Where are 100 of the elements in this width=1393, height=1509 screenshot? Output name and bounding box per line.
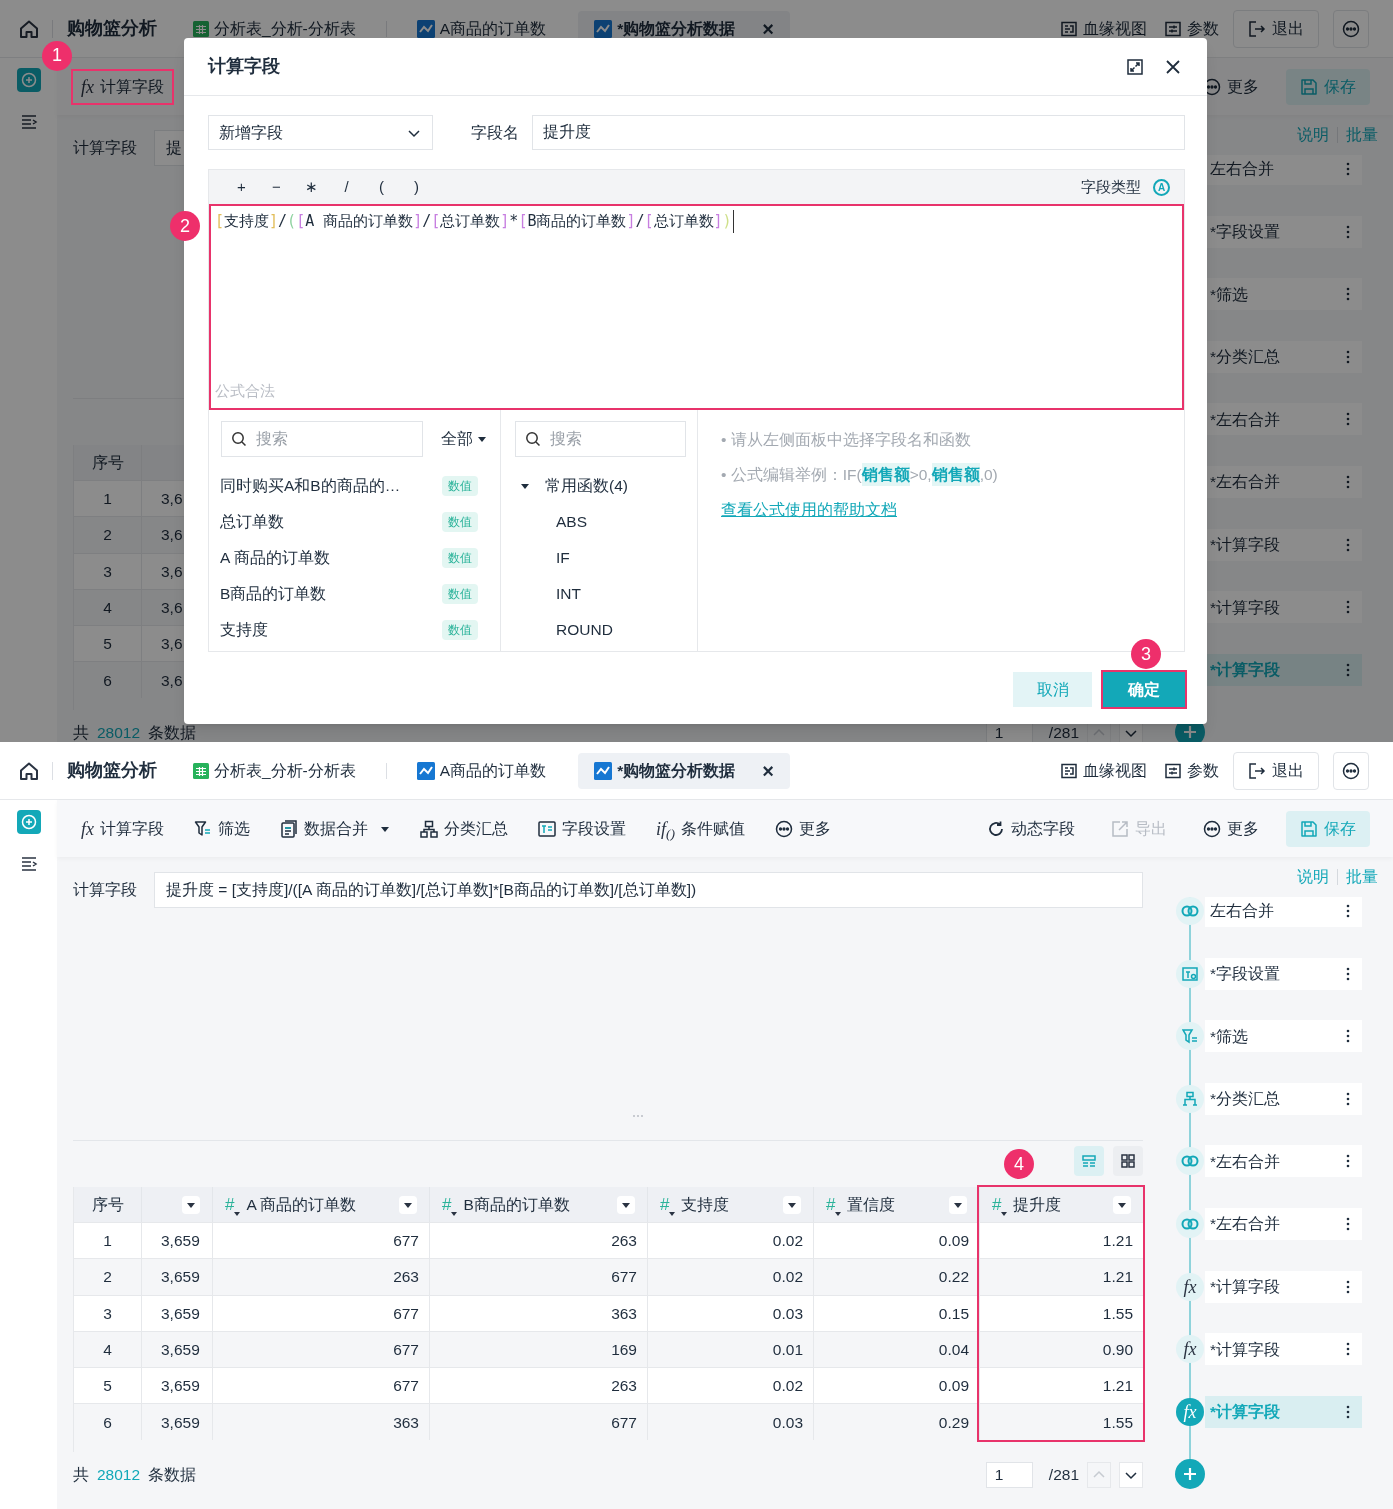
step-card[interactable]: 左右合并: [1205, 897, 1362, 927]
field-list-item[interactable]: A 商品的订单数 数值: [209, 540, 500, 576]
toolbar-button[interactable]: 更多: [1194, 68, 1268, 105]
more-button[interactable]: [1333, 751, 1369, 790]
field-name: 同时购买A和B的商品的…: [220, 476, 401, 497]
field-name-input[interactable]: 提升度: [532, 115, 1185, 150]
kebab-menu-icon[interactable]: [1346, 1091, 1350, 1106]
kebab-menu-icon[interactable]: [1346, 1216, 1350, 1231]
formula-token: (: [287, 212, 297, 230]
field-list-item[interactable]: 同时购买A和B的商品的… 数值: [209, 468, 500, 504]
search-field[interactable]: 搜索: [221, 421, 423, 457]
step-card[interactable]: *字段设置: [1205, 957, 1362, 990]
column-header[interactable]: # 置信度: [813, 1187, 979, 1222]
kebab-menu-icon[interactable]: [1346, 1154, 1350, 1169]
step-card[interactable]: *计算字段: [1205, 528, 1362, 561]
function-item[interactable]: ABS: [501, 504, 697, 540]
step-card[interactable]: *左右合并: [1205, 1207, 1362, 1240]
column-menu-button[interactable]: [399, 1195, 417, 1214]
field-list-item[interactable]: 支持度 数值: [209, 612, 500, 648]
step-card[interactable]: *左右合并: [1205, 1145, 1362, 1178]
kebab-menu-icon[interactable]: [1346, 1342, 1350, 1357]
column-menu-button[interactable]: [1113, 1195, 1131, 1214]
outline-icon[interactable]: [19, 114, 38, 130]
view-toggle-button[interactable]: [1113, 1146, 1143, 1176]
toolbar-button[interactable]: fx 计算字段: [72, 810, 173, 847]
toolbar-button[interactable]: fx 计算字段: [72, 68, 173, 105]
operator-button[interactable]: +: [224, 175, 259, 199]
step-card[interactable]: *筛选: [1205, 1020, 1362, 1053]
field-list-item[interactable]: 总订单数 数值: [209, 504, 500, 540]
tab[interactable]: 分析表_分析-分析表: [177, 752, 372, 789]
tree-node[interactable]: 常用函数(4): [501, 468, 697, 504]
table-cell: 3: [74, 552, 141, 589]
column-header[interactable]: # A 商品的订单数: [212, 1187, 429, 1222]
tab[interactable]: A商品的订单数: [400, 10, 563, 47]
tab[interactable]: A商品的订单数: [400, 752, 563, 789]
operator-button[interactable]: −: [259, 175, 294, 199]
filter-dropdown[interactable]: 全部: [441, 427, 487, 451]
column-header[interactable]: # B商品的订单数: [429, 1187, 647, 1222]
column-menu-button[interactable]: [783, 1195, 801, 1214]
column-header[interactable]: # 提升度: [979, 1187, 1143, 1222]
header-link[interactable]: 血缘视图: [1061, 758, 1147, 783]
toolbar-button[interactable]: 更多: [1194, 810, 1268, 847]
add-button[interactable]: [16, 810, 41, 834]
column-menu-button[interactable]: [949, 1195, 967, 1214]
step-card[interactable]: *筛选: [1205, 278, 1362, 311]
outline-icon[interactable]: [19, 856, 38, 872]
step-card[interactable]: *分类汇总: [1205, 340, 1362, 373]
toolbar-button[interactable]: 字段设置: [529, 810, 635, 847]
header-link[interactable]: 血缘视图: [1061, 16, 1147, 41]
kebab-menu-icon[interactable]: [1346, 904, 1350, 918]
tab[interactable]: *购物篮分析数据 ×: [578, 752, 790, 789]
resize-handle-icon[interactable]: [632, 1114, 644, 1118]
operator-button[interactable]: ): [399, 175, 434, 199]
field-list-item[interactable]: B商品的订单数 数值: [209, 576, 500, 612]
header-link[interactable]: 参数: [1165, 16, 1219, 41]
search-field[interactable]: 搜索: [515, 421, 686, 457]
exit-button[interactable]: 退出: [1233, 751, 1319, 790]
column-header[interactable]: # 支持度: [647, 1187, 813, 1222]
step-card[interactable]: *计算字段: [1205, 1270, 1362, 1303]
toolbar-button[interactable]: 动态字段: [978, 810, 1084, 847]
expand-icon[interactable]: [1127, 58, 1143, 75]
exit-button[interactable]: 退出: [1233, 9, 1319, 48]
tab[interactable]: 分析表_分析-分析表: [177, 10, 372, 47]
close-icon[interactable]: [1165, 58, 1181, 75]
column-menu-button[interactable]: [182, 1195, 200, 1214]
header-link[interactable]: 参数: [1165, 758, 1219, 783]
toolbar-button[interactable]: if$_{()}$ 条件赋值: [647, 810, 754, 847]
kebab-menu-icon[interactable]: [1346, 966, 1350, 981]
kebab-menu-icon[interactable]: [1346, 1029, 1350, 1044]
mode-select[interactable]: 新增字段: [208, 115, 433, 150]
kebab-menu-icon[interactable]: [1346, 1279, 1350, 1294]
toolbar-button[interactable]: 更多: [766, 810, 840, 847]
type-tag: 数值: [442, 476, 478, 496]
view-toggle-button[interactable]: [1074, 1146, 1104, 1176]
step-card[interactable]: *计算字段: [1205, 591, 1362, 624]
toolbar-button[interactable]: 分类汇总: [411, 810, 517, 847]
step-card[interactable]: 左右合并: [1205, 155, 1362, 185]
function-item[interactable]: INT: [501, 576, 697, 612]
step-card[interactable]: *计算字段: [1205, 1333, 1362, 1366]
step-card[interactable]: *分类汇总: [1205, 1082, 1362, 1115]
step-card[interactable]: *左右合并: [1205, 465, 1362, 498]
page-input[interactable]: 1: [985, 1462, 1033, 1488]
close-tab-button[interactable]: ×: [762, 760, 774, 781]
function-item[interactable]: IF: [501, 540, 697, 576]
toolbar-button[interactable]: 数据合并: [271, 810, 399, 847]
more-button[interactable]: [1333, 9, 1369, 48]
step-card[interactable]: *左右合并: [1205, 403, 1362, 436]
column-menu-button[interactable]: [617, 1195, 635, 1214]
close-tab-button[interactable]: ×: [762, 18, 774, 39]
operator-button[interactable]: /: [329, 175, 364, 199]
step-card[interactable]: *字段设置: [1205, 215, 1362, 248]
operator-button[interactable]: ∗: [294, 175, 329, 199]
step-label: 左右合并: [1210, 901, 1274, 922]
line-chart-icon: [416, 761, 435, 780]
toolbar-button[interactable]: 筛选: [185, 810, 259, 847]
kebab-menu-icon[interactable]: [1346, 1404, 1350, 1419]
function-item[interactable]: ROUND: [501, 612, 697, 648]
column-header[interactable]: 序号: [74, 1187, 141, 1222]
formula-token: [: [215, 212, 225, 230]
operator-button[interactable]: (: [364, 175, 399, 199]
